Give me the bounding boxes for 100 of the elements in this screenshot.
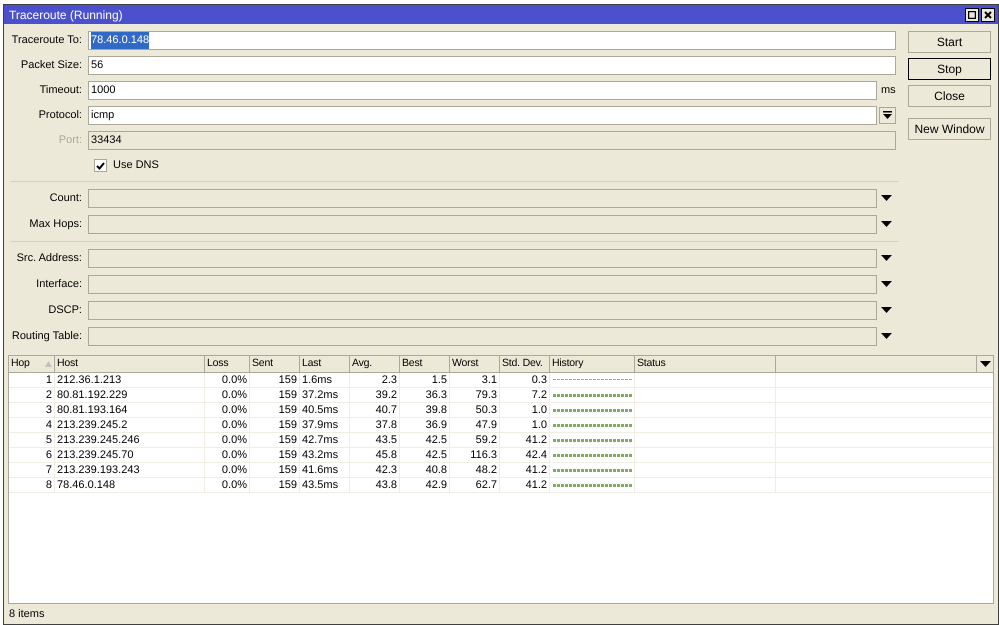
table-cell: 3.1: [450, 373, 500, 387]
table-cell: 159: [250, 448, 300, 462]
column-header[interactable]: Worst: [450, 356, 500, 372]
input-field[interactable]: icmp: [88, 106, 877, 125]
column-header[interactable]: Std. Dev.: [500, 356, 550, 372]
close-button[interactable]: [981, 8, 995, 22]
field-label: Routing Table:: [10, 329, 83, 344]
dropdown-arrow-icon[interactable]: [881, 195, 892, 202]
dialog-button[interactable]: Start: [908, 31, 991, 53]
input-field[interactable]: [88, 215, 877, 234]
table-cell: 42.4: [500, 448, 550, 462]
table-cell: 41.6ms: [300, 463, 350, 477]
checkbox-label: Use DNS: [113, 158, 159, 174]
table-cell: 213.239.193.243: [55, 463, 205, 477]
table-cell: 212.36.1.213: [55, 373, 205, 387]
table-cell: 5: [9, 433, 55, 447]
table-cell: 80.81.193.164: [55, 403, 205, 417]
column-header[interactable]: Status: [635, 356, 776, 372]
column-header[interactable]: Best: [400, 356, 450, 372]
input-field[interactable]: 78.46.0.148: [88, 31, 896, 50]
input-field[interactable]: [88, 189, 877, 208]
column-menu-icon[interactable]: [980, 360, 990, 368]
table-cell: 41.2: [500, 478, 550, 492]
dropdown-arrow-icon[interactable]: [881, 281, 892, 288]
maximize-button[interactable]: [965, 8, 979, 22]
table-row[interactable]: 2 80.81.192.229 0.0% 159 37.2ms 39.2 36.3 79.3 7.2: [9, 388, 993, 403]
table-row[interactable]: 7 213.239.193.243 0.0% 159 41.6ms 42.3 40.8 48.2 41.2: [9, 463, 993, 478]
field-label: Interface:: [35, 277, 83, 292]
window-title: Traceroute (Running): [9, 6, 124, 24]
table-cell: 42.5: [400, 448, 450, 462]
table-cell: 48.2: [450, 463, 500, 477]
input-field[interactable]: [88, 275, 877, 294]
field-label: Packet Size:: [20, 58, 83, 74]
table-row[interactable]: 4 213.239.245.2 0.0% 159 37.9ms 37.8 36.9 47.9 1.0: [9, 418, 993, 433]
table-cell: 0.0%: [205, 418, 250, 432]
table-row[interactable]: 3 80.81.193.164 0.0% 159 40.5ms 40.7 39.8 50.3 1.0: [9, 403, 993, 418]
input-field[interactable]: [88, 249, 877, 268]
input-field[interactable]: 56: [88, 56, 896, 75]
column-header[interactable]: Host: [55, 356, 205, 372]
table-cell: 62.7: [450, 478, 500, 492]
unit-label: ms: [881, 83, 896, 98]
dialog-button[interactable]: New Window: [908, 118, 991, 140]
column-header[interactable]: Avg.: [350, 356, 400, 372]
status-text: 8 items: [9, 606, 44, 622]
table-cell: 37.9ms: [300, 418, 350, 432]
dropdown-arrow-icon[interactable]: [881, 221, 892, 228]
input-field[interactable]: 1000: [88, 81, 877, 100]
table-row[interactable]: 5 213.239.245.246 0.0% 159 42.7ms 43.5 42.5 59.2 41.2: [9, 433, 993, 448]
field-label: DSCP:: [47, 303, 83, 318]
table-cell: 0.0%: [205, 478, 250, 492]
dialog-button[interactable]: Stop: [908, 58, 991, 80]
table-cell: 1.6ms: [300, 373, 350, 387]
column-header[interactable]: Loss: [205, 356, 250, 372]
table-cell: 159: [250, 478, 300, 492]
table-cell: 59.2: [450, 433, 500, 447]
dropdown-arrow-icon: [883, 111, 892, 120]
table-cell: 0.0%: [205, 448, 250, 462]
table-cell: 0.0%: [205, 463, 250, 477]
table-cell: 213.239.245.70: [55, 448, 205, 462]
field-label: Port:: [58, 133, 83, 148]
table-cell: 7: [9, 463, 55, 477]
sort-icon: [45, 361, 52, 367]
dropdown-button[interactable]: [879, 107, 896, 124]
table-cell: 36.3: [400, 388, 450, 402]
table-cell: 0.0%: [205, 403, 250, 417]
field-label: Count:: [48, 191, 83, 206]
field-label: Timeout:: [38, 83, 83, 98]
dropdown-arrow-icon[interactable]: [881, 307, 892, 314]
table-cell: 159: [250, 388, 300, 402]
table-cell: 40.8: [400, 463, 450, 477]
table-cell: 1.5: [400, 373, 450, 387]
table-cell: 79.3: [450, 388, 500, 402]
table-cell: 1.0: [500, 418, 550, 432]
column-header[interactable]: Last: [300, 356, 350, 372]
dialog-button[interactable]: Close: [908, 85, 991, 107]
column-header[interactable]: History: [550, 356, 635, 372]
table-row[interactable]: 1 212.36.1.213 0.0% 159 1.6ms 2.3 1.5 3.1 0.3: [9, 373, 993, 388]
table-cell: 47.9: [450, 418, 500, 432]
table-cell: 41.2: [500, 463, 550, 477]
input-field[interactable]: [88, 327, 877, 346]
table-cell: 116.3: [450, 448, 500, 462]
table-cell: 2.3: [350, 373, 400, 387]
table-cell: 7.2: [500, 388, 550, 402]
table-cell: 78.46.0.148: [55, 478, 205, 492]
table-cell: 36.9: [400, 418, 450, 432]
table-cell: 1: [9, 373, 55, 387]
table-cell: 42.7ms: [300, 433, 350, 447]
checkbox[interactable]: [94, 159, 107, 172]
input-field[interactable]: [88, 301, 877, 320]
table-row[interactable]: 8 78.46.0.148 0.0% 159 43.5ms 43.8 42.9 62.7 41.2: [9, 478, 993, 493]
table-cell: 6: [9, 448, 55, 462]
field-label: Traceroute To:: [10, 33, 83, 48]
column-header[interactable]: Hop: [9, 356, 55, 372]
dropdown-arrow-icon[interactable]: [881, 333, 892, 340]
table-row[interactable]: 6 213.239.245.70 0.0% 159 43.2ms 45.8 42.5 116.3 42.4: [9, 448, 993, 463]
table-cell: 8: [9, 478, 55, 492]
table-cell: 43.8: [350, 478, 400, 492]
dropdown-arrow-icon[interactable]: [881, 255, 892, 262]
column-header[interactable]: Sent: [250, 356, 300, 372]
table-cell: 39.2: [350, 388, 400, 402]
